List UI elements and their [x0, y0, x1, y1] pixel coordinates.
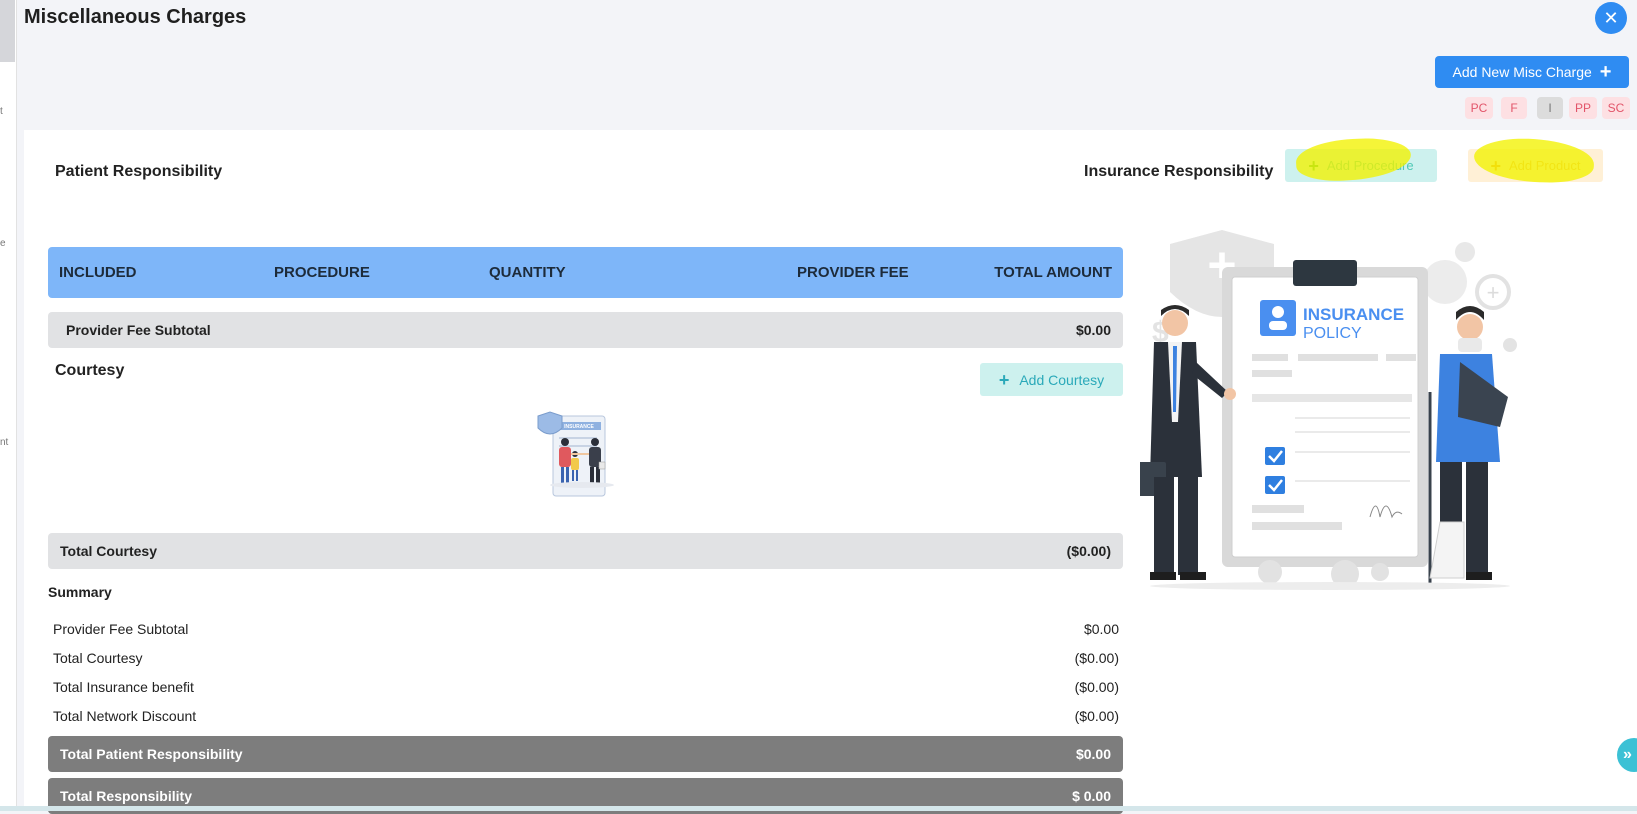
sidebar-tab[interactable] [0, 0, 15, 62]
chip-f[interactable]: F [1501, 97, 1527, 119]
insurance-policy-title-line1: INSURANCE [1303, 305, 1404, 324]
total-responsibility-value: $ 0.00 [1072, 788, 1111, 804]
chip-sc[interactable]: SC [1602, 97, 1630, 119]
patient-responsibility-label: Patient Responsibility [55, 163, 223, 180]
insurance-responsibility-label: Insurance Responsibility [1084, 163, 1274, 180]
total-patient-responsibility-row: Total Patient Responsibility $0.00 [48, 736, 1123, 772]
summary-row: Total Courtesy ($0.00) [53, 650, 1119, 666]
add-courtesy-label: Add Courtesy [1019, 371, 1105, 388]
total-courtesy-value: ($0.00) [1066, 543, 1111, 559]
left-sidebar-strip: t e nt [0, 0, 17, 811]
plus-icon: + [998, 369, 1010, 390]
illustration-caption: INSURANCE [564, 424, 594, 430]
summary-heading: Summary [48, 584, 112, 600]
total-responsibility-label: Total Responsibility [60, 788, 192, 804]
summary-row: Total Insurance benefit ($0.00) [53, 679, 1119, 695]
column-header-total-amount: TOTAL AMOUNT [994, 264, 1112, 281]
double-chevron-right-icon: » [1623, 746, 1632, 763]
courtesy-heading: Courtesy [55, 362, 125, 379]
total-courtesy-row: Total Courtesy ($0.00) [48, 533, 1123, 569]
summary-row-label: Provider Fee Subtotal [53, 621, 189, 637]
sidebar-text-fragment: e [0, 238, 6, 249]
add-product-label: Add Product [1508, 158, 1581, 173]
column-header-quantity: QUANTITY [489, 264, 566, 281]
summary-row: Total Network Discount ($0.00) [53, 708, 1119, 724]
chip-pc[interactable]: PC [1465, 97, 1493, 119]
close-button[interactable]: ✕ [1595, 2, 1627, 34]
close-icon: ✕ [1603, 8, 1619, 28]
total-courtesy-label: Total Courtesy [60, 543, 157, 559]
summary-row-value: ($0.00) [1074, 708, 1119, 724]
column-header-procedure: PROCEDURE [274, 264, 370, 281]
insurance-handshake-illustration: INSURANCE [537, 411, 614, 497]
provider-fee-subtotal-row: Provider Fee Subtotal $0.00 [48, 312, 1123, 348]
chip-i[interactable]: I [1537, 97, 1563, 119]
insurance-policy-title-line2: POLICY [1303, 325, 1362, 342]
add-procedure-button[interactable]: + Add Procedure [1285, 149, 1437, 182]
summary-row: Provider Fee Subtotal $0.00 [53, 621, 1119, 637]
plus-icon: + [1490, 155, 1501, 176]
column-header-provider-fee: PROVIDER FEE [797, 264, 909, 281]
plus-icon: + [1308, 155, 1319, 176]
total-patient-responsibility-label: Total Patient Responsibility [60, 746, 243, 762]
sidebar-text-fragment: nt [0, 437, 9, 448]
summary-row-value: $0.00 [1083, 621, 1119, 637]
add-new-misc-charge-button[interactable]: Add New Misc Charge + [1435, 56, 1629, 88]
summary-row-label: Total Insurance benefit [53, 679, 194, 695]
svg-text:+: + [1487, 280, 1500, 305]
provider-fee-subtotal-value: $0.00 [1075, 322, 1111, 338]
add-courtesy-button[interactable]: + Add Courtesy [980, 363, 1123, 396]
summary-row-value: ($0.00) [1074, 679, 1119, 695]
bottom-bar [0, 806, 1637, 811]
total-patient-responsibility-value: $0.00 [1075, 746, 1111, 762]
procedures-table-header: INCLUDED PROCEDURE QUANTITY PROVIDER FEE… [48, 247, 1123, 298]
add-product-button[interactable]: + Add Product [1468, 149, 1603, 182]
summary-row-label: Total Network Discount [53, 708, 197, 724]
summary-row-label: Total Courtesy [53, 650, 143, 666]
provider-fee-subtotal-label: Provider Fee Subtotal [66, 322, 211, 338]
page-title: Miscellaneous Charges [24, 6, 247, 28]
insurance-policy-illustration: + + $ INSURANCE POLICY [1140, 230, 1517, 590]
column-header-included: INCLUDED [59, 264, 137, 281]
add-procedure-label: Add Procedure [1326, 158, 1414, 173]
plus-icon: + [1599, 61, 1612, 83]
chip-pp[interactable]: PP [1569, 97, 1597, 119]
summary-row-value: ($0.00) [1074, 650, 1119, 666]
sidebar-text-fragment: t [0, 106, 3, 117]
add-misc-label: Add New Misc Charge [1452, 64, 1592, 80]
